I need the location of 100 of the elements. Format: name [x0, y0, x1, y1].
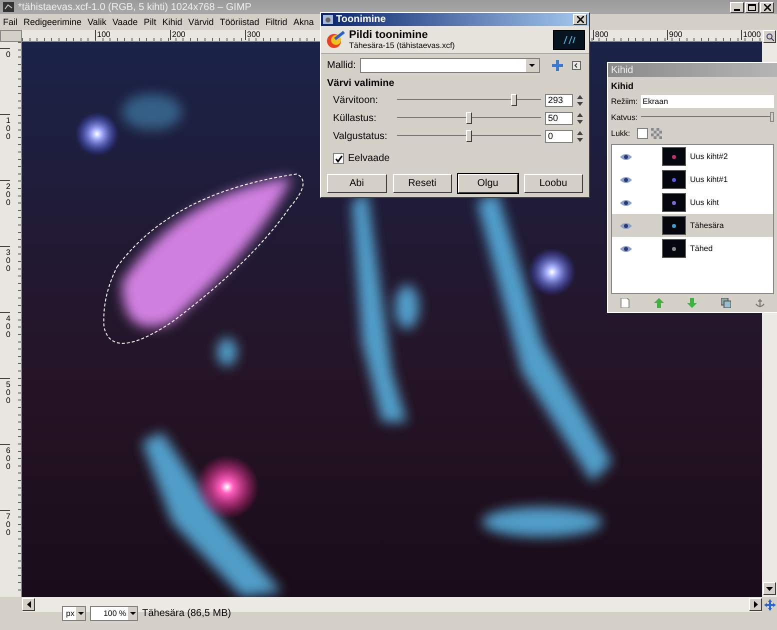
eye-icon[interactable] [620, 152, 632, 160]
presets-dropdown[interactable] [360, 58, 540, 73]
opacity-label: Katvus: [611, 112, 638, 122]
menu-item[interactable]: Värvid [188, 17, 214, 27]
navigate-icon[interactable] [764, 598, 776, 610]
right-arrow-icon [754, 601, 758, 608]
layer-row[interactable]: Tähed [612, 237, 773, 260]
ruler-label: 900 [667, 30, 741, 40]
spin-arrows-icon[interactable] [577, 112, 583, 124]
menu-item[interactable]: Vaade [112, 17, 138, 27]
dialog-button[interactable]: Olgu [458, 174, 518, 193]
scroll-left-button[interactable] [22, 598, 35, 611]
star-glow [75, 112, 119, 156]
colorize-icon [325, 30, 345, 48]
maximize-icon [748, 4, 756, 10]
checkerboard-icon[interactable] [651, 128, 662, 138]
spin-arrows-icon[interactable] [577, 130, 583, 142]
new-layer-icon[interactable] [620, 298, 630, 308]
value-spinner[interactable]: 293 [545, 94, 573, 106]
ruler-label: 800 [593, 30, 667, 40]
app-icon [3, 2, 14, 12]
slider-thumb[interactable] [466, 112, 472, 124]
menu-item[interactable]: Valik [88, 17, 106, 27]
star-glow [195, 455, 259, 519]
close-icon [576, 16, 584, 23]
duplicate-icon[interactable] [721, 298, 732, 308]
layer-row[interactable]: Uus kiht [612, 191, 773, 214]
scroll-right-button[interactable] [749, 598, 762, 611]
maximize-button[interactable] [745, 2, 759, 12]
checkmark-icon [334, 154, 342, 162]
scroll-down-button[interactable] [763, 582, 776, 595]
star-glow [528, 248, 576, 296]
dialog-subtitle: Tähesära-15 (tähistaevas.xcf) [349, 41, 456, 50]
layer-row[interactable]: Uus kiht#1 [612, 168, 773, 191]
dialog-heading: Pildi toonimine [349, 29, 429, 41]
layer-name: Tähesära [690, 221, 724, 230]
slider-label: Värvitoon: [333, 94, 380, 106]
layer-name: Uus kiht#1 [690, 175, 728, 184]
dialog-button[interactable]: Reseti [392, 174, 452, 193]
dialog-button[interactable]: Loobu [524, 174, 583, 193]
value-spinner[interactable]: 0 [545, 130, 573, 142]
dialog-button[interactable]: Abi [327, 174, 386, 193]
unit-dropdown[interactable]: px [62, 606, 86, 620]
lock-checkbox[interactable] [637, 128, 648, 138]
slider-thumb[interactable] [466, 130, 472, 142]
layer-thumbnail [553, 30, 585, 50]
ruler-label: 200 [0, 180, 10, 246]
menu-item[interactable]: Filtrid [265, 17, 288, 27]
mode-dropdown[interactable]: Ekraan [640, 94, 774, 108]
dropdown-arrow-icon [78, 612, 84, 614]
checkbox-label: Eelvaade [348, 153, 390, 164]
anchor-icon[interactable] [755, 298, 766, 308]
layer-row[interactable]: Uus kiht#2 [612, 145, 773, 168]
dialog-title: Toonimine [336, 14, 387, 25]
ruler-label: 300 [0, 246, 10, 312]
preview-checkbox[interactable] [333, 153, 344, 164]
down-arrow-icon [766, 586, 773, 590]
slider-label: Küllastus: [333, 112, 378, 124]
slider-thumb[interactable] [510, 94, 517, 106]
menu-item[interactable]: Pilt [144, 17, 156, 27]
section-heading: Värvi valimine [326, 77, 396, 91]
ruler-label: 100 [95, 30, 170, 40]
menu-icon[interactable] [572, 61, 581, 70]
eye-icon[interactable] [620, 198, 632, 206]
menu-item[interactable]: Tööriistad [220, 17, 260, 27]
add-icon[interactable] [552, 60, 563, 71]
eye-icon[interactable] [620, 222, 632, 230]
eye-icon[interactable] [620, 244, 632, 252]
ruler-label: 700 [0, 510, 10, 576]
menu-item[interactable]: Akna [293, 17, 314, 27]
zoom-button[interactable] [763, 30, 776, 43]
window-title: *tähistaevas.xcf-1.0 (RGB, 5 kihti) 1024x768 – GIMP [18, 2, 252, 12]
magnifier-icon [766, 32, 774, 40]
layer-name: Tähed [690, 244, 713, 253]
value-spinner[interactable]: 50 [545, 112, 573, 124]
mode-label: Režiim: [611, 96, 638, 106]
close-button[interactable] [760, 2, 774, 12]
ruler-label: 400 [0, 312, 10, 378]
left-arrow-icon [26, 601, 30, 608]
menu-item[interactable]: Redigeerimine [24, 17, 82, 27]
menu-item[interactable]: Kihid [162, 17, 182, 27]
gimp-icon [323, 15, 333, 24]
menu-item[interactable]: Fail [3, 17, 18, 27]
zoom-dropdown[interactable]: 100 % [90, 606, 138, 620]
spin-arrows-icon[interactable] [577, 94, 583, 106]
layer-row[interactable]: Tähesära [612, 214, 773, 237]
presets-label: Mallid: [327, 60, 356, 71]
ruler-label: 0 [0, 48, 10, 114]
lock-label: Lukk: [611, 128, 630, 138]
dropdown-arrow-icon [529, 64, 536, 67]
layer-name: Uus kiht#2 [690, 152, 728, 161]
opacity-slider-thumb[interactable] [770, 112, 774, 122]
close-icon [764, 4, 770, 10]
ruler-label: 100 [0, 114, 10, 180]
minimize-button[interactable] [730, 2, 744, 12]
layer-name: Uus kiht [690, 198, 719, 207]
close-button[interactable] [573, 14, 587, 25]
status-text: Tähesära (86,5 MB) [142, 608, 232, 618]
ruler-label: 500 [0, 378, 10, 444]
eye-icon[interactable] [620, 176, 632, 184]
